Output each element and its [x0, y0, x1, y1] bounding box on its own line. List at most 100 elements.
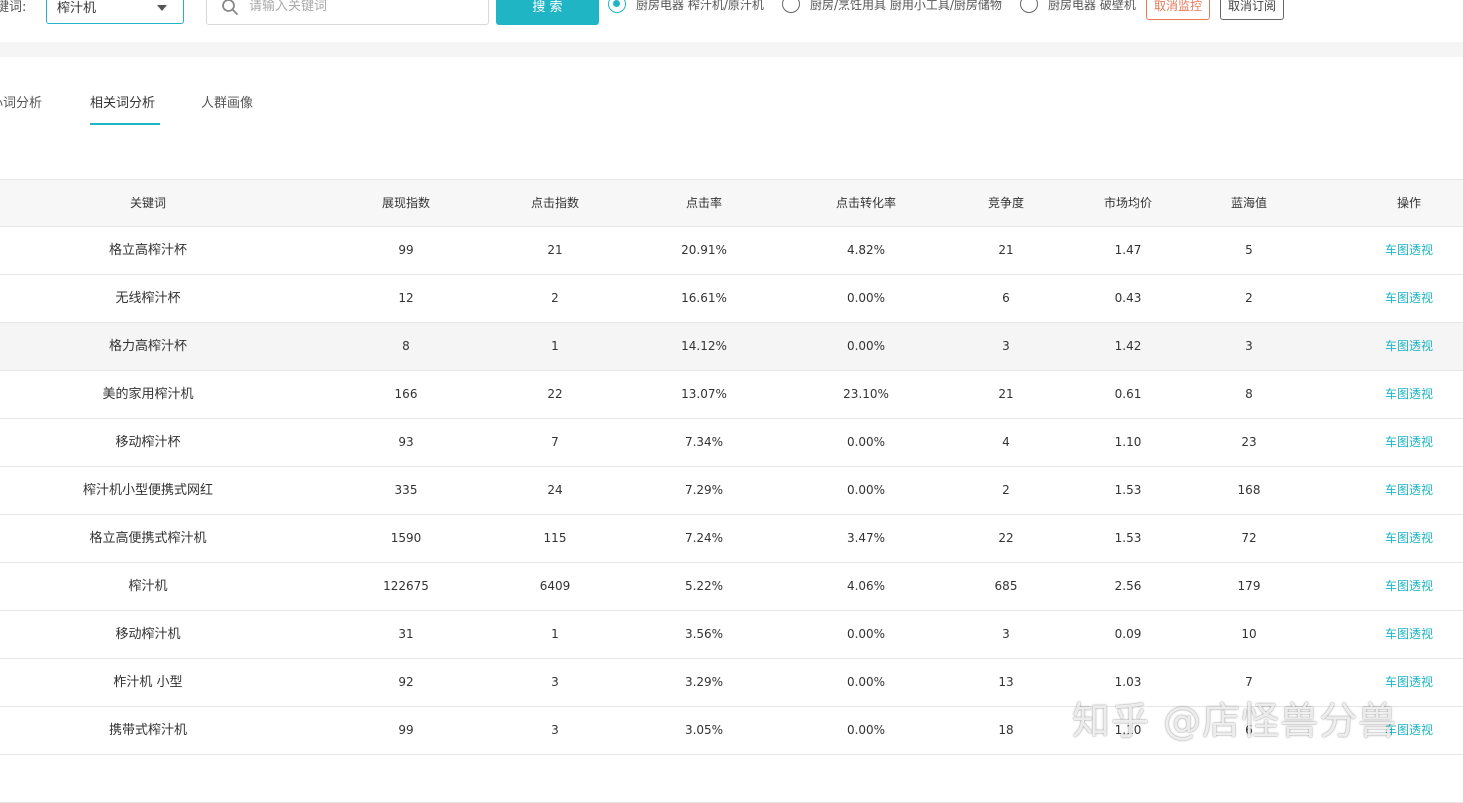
search-input[interactable]	[247, 0, 481, 17]
table-row[interactable]: 格立高便携式榨汁机 1590 115 7.24% 3.47% 22 1.53 72 车图透视	[0, 515, 1463, 563]
cell-competition: 18	[998, 723, 1014, 737]
cell-click-index: 21	[547, 243, 563, 257]
cell-keyword: 格力高榨汁杯	[108, 339, 187, 354]
cell-ctr: 3.05%	[684, 723, 724, 737]
car-image-perspective-link[interactable]: 车图透视	[1354, 419, 1463, 466]
car-image-perspective-link[interactable]: 车图透视	[1354, 659, 1463, 706]
cell-keyword	[0, 755, 296, 802]
chevron-down-icon[interactable]	[157, 5, 167, 11]
search-button[interactable]: 搜 索	[496, 0, 599, 25]
cell-click-index	[482, 755, 628, 802]
cell-click-index: 22	[547, 387, 563, 401]
cell-ctr: 7.34%	[684, 435, 724, 449]
keyword-type-select[interactable]: 榨汁机	[46, 0, 184, 24]
tab-related-keyword-analysis[interactable]: 相关词分析	[90, 92, 155, 111]
cell-competition: 21	[998, 387, 1014, 401]
table-row[interactable]: 榨汁机小型便携式网红 335 24 7.29% 0.00% 2 1.53 168 车图透视	[0, 467, 1463, 515]
car-image-perspective-link[interactable]: 车图透视	[1354, 227, 1463, 274]
search-icon	[222, 0, 238, 15]
cell-keyword: 榨汁机	[128, 579, 168, 594]
cell-competition: 4	[1002, 435, 1010, 449]
cancel-monitor-button[interactable]: 取消监控	[1146, 0, 1211, 20]
cell-keyword: 柞汁机 小型	[113, 675, 183, 690]
cell-impression-index: 166	[394, 387, 418, 401]
tab-core-keyword-analysis[interactable]: 核心词分析	[0, 92, 42, 111]
radio-unchecked-icon[interactable]	[782, 0, 800, 13]
cell-click-index: 24	[547, 483, 563, 497]
cell-click-index: 3	[551, 723, 559, 737]
header-click-index[interactable]: 点击指数	[482, 180, 628, 227]
tab-audience-portrait[interactable]: 人群画像	[201, 92, 253, 111]
cell-avg-price: 1.42	[1114, 339, 1142, 353]
category-radio-1[interactable]: 厨房电器 榨汁机/原汁机	[608, 0, 764, 16]
car-image-perspective-link[interactable]: 车图透视	[1354, 563, 1463, 610]
car-image-perspective-link[interactable]: 车图透视	[1354, 467, 1463, 514]
car-image-perspective-link[interactable]: 车图透视	[1354, 707, 1463, 754]
table-row[interactable]: 柞汁机 小型 92 3 3.29% 0.00% 13 1.03 7 车图透视	[0, 659, 1463, 707]
cell-impression-index	[330, 755, 482, 802]
cell-avg-price: 0.43	[1114, 291, 1142, 305]
car-image-perspective-link[interactable]: 车图透视	[1354, 515, 1463, 562]
cell-keyword: 移动榨汁机	[115, 627, 181, 642]
header-blue-ocean[interactable]: 蓝海值	[1196, 180, 1302, 227]
table-row[interactable]	[0, 755, 1463, 803]
header-impression-index[interactable]: 展现指数	[330, 180, 482, 227]
cell-conversion-rate: 0.00%	[846, 483, 886, 497]
cell-ctr: 20.91%	[681, 243, 727, 257]
cell-conversion-rate: 0.00%	[846, 339, 886, 353]
category-radio-2[interactable]: 厨房/烹饪用具 厨用小工具/厨房储物	[782, 0, 1002, 16]
header-conversion-rate[interactable]: 点击转化率	[780, 180, 952, 227]
cell-click-index: 7	[551, 435, 559, 449]
category-radio-3[interactable]: 厨房电器 破壁机	[1020, 0, 1136, 16]
top-search-bar: 键词: 榨汁机 搜 索 厨房电器 榨汁机/原汁机 厨房/烹饪用具 厨用小工具/厨…	[0, 0, 1463, 42]
cell-blue-ocean: 6	[1245, 723, 1253, 737]
search-box[interactable]	[206, 0, 489, 25]
table-row[interactable]: 移动榨汁杯 93 7 7.34% 0.00% 4 1.10 23 车图透视	[0, 419, 1463, 467]
header-competition[interactable]: 竞争度	[952, 180, 1060, 227]
cell-conversion-rate	[780, 755, 952, 802]
cell-impression-index: 122675	[383, 579, 429, 593]
cell-conversion-rate: 0.00%	[846, 435, 886, 449]
table-row[interactable]: 移动榨汁机 31 1 3.56% 0.00% 3 0.09 10 车图透视	[0, 611, 1463, 659]
table-row[interactable]: 美的家用榨汁机 166 22 13.07% 23.10% 21 0.61 8 车图透视	[0, 371, 1463, 419]
radio-checked-icon[interactable]	[608, 0, 626, 13]
category-radio-label: 厨房电器 破壁机	[1048, 0, 1136, 12]
cell-keyword: 榨汁机小型便携式网红	[82, 483, 213, 498]
table-header: 关键词 展现指数 点击指数 点击率 点击转化率 竞争度 市场均价 蓝海值 操作	[0, 179, 1463, 227]
table-row[interactable]: 格立高榨汁杯 99 21 20.91% 4.82% 21 1.47 5 车图透视	[0, 227, 1463, 275]
cell-competition: 2	[1002, 483, 1010, 497]
cell-avg-price: 1.53	[1114, 483, 1142, 497]
car-image-perspective-link[interactable]: 车图透视	[1354, 275, 1463, 322]
cell-click-index: 1	[551, 627, 559, 641]
cell-conversion-rate: 4.82%	[846, 243, 886, 257]
cell-conversion-rate: 3.47%	[846, 531, 886, 545]
cell-avg-price: 1.10	[1114, 723, 1142, 737]
cell-ctr: 16.61%	[681, 291, 727, 305]
cell-click-index: 1	[551, 339, 559, 353]
cell-click-index: 2	[551, 291, 559, 305]
car-image-perspective-link[interactable]: 车图透视	[1354, 371, 1463, 418]
cell-conversion-rate: 23.10%	[843, 387, 889, 401]
header-avg-price[interactable]: 市场均价	[1060, 180, 1196, 227]
car-image-perspective-link[interactable]: 车图透视	[1354, 323, 1463, 370]
header-keyword[interactable]: 关键词	[0, 180, 296, 227]
table-body: 格立高榨汁杯 99 21 20.91% 4.82% 21 1.47 5 车图透视 无线榨汁杯 12 2…	[0, 227, 1463, 803]
radio-unchecked-icon[interactable]	[1020, 0, 1038, 13]
table-row[interactable]: 榨汁机 122675 6409 5.22% 4.06% 685 2.56 179 车图透视	[0, 563, 1463, 611]
cell-ctr: 3.56%	[684, 627, 724, 641]
car-image-perspective-link[interactable]: 车图透视	[1354, 611, 1463, 658]
cell-avg-price: 0.61	[1114, 387, 1142, 401]
table-row[interactable]: 格力高榨汁杯 8 1 14.12% 0.00% 3 1.42 3 车图透视	[0, 323, 1463, 371]
cancel-subscribe-button[interactable]: 取消订阅	[1220, 0, 1285, 20]
cell-ctr: 5.22%	[684, 579, 724, 593]
table-row[interactable]: 携带式榨汁机 99 3 3.05% 0.00% 18 1.10 6 车图透视	[0, 707, 1463, 755]
cell-avg-price: 1.03	[1114, 675, 1142, 689]
cell-blue-ocean: 7	[1245, 675, 1253, 689]
table-row[interactable]: 无线榨汁杯 12 2 16.61% 0.00% 6 0.43 2 车图透视	[0, 275, 1463, 323]
cell-ctr: 14.12%	[681, 339, 727, 353]
header-ctr[interactable]: 点击率	[628, 180, 780, 227]
cell-click-index: 6409	[539, 579, 571, 593]
cell-ctr: 13.07%	[681, 387, 727, 401]
cell-ctr	[628, 755, 780, 802]
cell-conversion-rate: 0.00%	[846, 291, 886, 305]
